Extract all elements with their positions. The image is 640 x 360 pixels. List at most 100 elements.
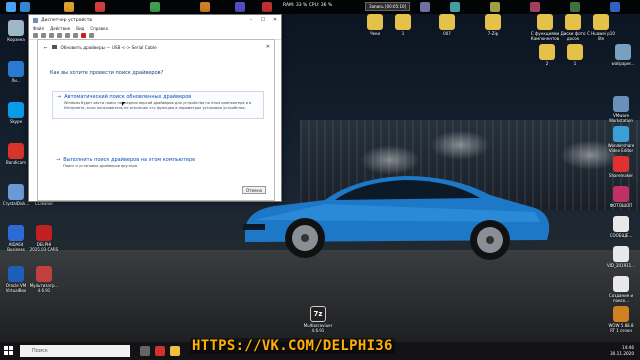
- app-icon[interactable]: [95, 2, 105, 12]
- aida64-icon: [8, 225, 24, 241]
- desktop-icon[interactable]: CrystalDisk...: [1, 184, 31, 206]
- desktop-icon-label: С Huawei p10 lite: [587, 31, 615, 41]
- back-arrow-icon[interactable]: ←: [44, 45, 48, 50]
- window-titlebar[interactable]: Диспетчер устройств – ☐ ✕: [29, 15, 281, 25]
- desktop-icon[interactable]: Корзина: [1, 20, 31, 42]
- update-driver-icon[interactable]: [73, 33, 78, 38]
- option-description: Windows будет вести поиск последних верс…: [64, 101, 252, 110]
- desktop-icon[interactable]: wallpaper...: [608, 44, 638, 66]
- option-title: Выполнить поиск драйверов на этом компью…: [63, 157, 196, 163]
- desktop-icon[interactable]: Sharemaker: [606, 156, 636, 178]
- app-icon[interactable]: [155, 346, 165, 356]
- desktop-icon[interactable]: AIDA64 Business: [1, 225, 31, 252]
- maximize-button[interactable]: ☐: [257, 17, 269, 23]
- desktop-icon-label: Multiarcaviuer 4.6.91: [303, 323, 333, 333]
- multiarc-desktop-icon[interactable]: 7z Multiarcaviuer 4.6.91: [303, 306, 333, 333]
- desktop-icon[interactable]: Диски фото досок: [558, 14, 588, 41]
- dialog-header: ← Обновить драйверы — USB <-> Serial Cab…: [38, 40, 274, 50]
- desktop-icon[interactable]: Wondershare Video Editor: [606, 126, 636, 153]
- app-icon[interactable]: [530, 2, 540, 12]
- desktop-icon-label: Sharemaker: [608, 173, 634, 178]
- app-icon: [8, 61, 24, 77]
- desktop-icon[interactable]: Ли...: [1, 61, 31, 83]
- app-icon[interactable]: [420, 2, 430, 12]
- app-icon[interactable]: [6, 2, 16, 12]
- desktop-icon[interactable]: С функциями Кампонентов: [530, 14, 560, 41]
- app-icon[interactable]: [610, 2, 620, 12]
- desktop-icon[interactable]: ФОТОШОП: [606, 186, 636, 208]
- desktop-icon-label: Мультизагр... 4.6.91: [29, 283, 59, 293]
- desktop-icon-label: AIDA64 Business: [7, 242, 25, 252]
- app-icon: [613, 96, 629, 112]
- menu-help[interactable]: Справка: [90, 26, 108, 31]
- desktop-icon-label: 1: [573, 61, 577, 66]
- desktop-icon[interactable]: DELPHI 2015.03 CARS: [29, 225, 59, 252]
- app-icon[interactable]: [200, 2, 210, 12]
- app-icon[interactable]: [490, 2, 500, 12]
- taskbar-search-input[interactable]: Поиск: [20, 345, 130, 357]
- desktop-icon-label: Bandicam: [6, 160, 26, 165]
- desktop-icon[interactable]: Мультизагр... 4.6.91: [29, 266, 59, 293]
- app-icon[interactable]: [262, 2, 272, 12]
- channel-watermark: HTTPS://VK.COM/DELPHI36: [190, 338, 395, 354]
- windows-logo-icon: [4, 346, 8, 350]
- close-button[interactable]: ✕: [269, 17, 281, 23]
- desktop-icon-label: 1: [401, 31, 405, 36]
- desktop-icon-label: С функциями Кампонентов: [530, 31, 560, 41]
- properties-icon[interactable]: [49, 33, 54, 38]
- app-icon[interactable]: [450, 2, 460, 12]
- desktop-icon[interactable]: Bandicam: [1, 143, 31, 165]
- app-icon: [613, 276, 629, 292]
- desktop-icon[interactable]: 007: [432, 14, 462, 36]
- system-tray-clock[interactable]: 14:46 30.11.2020: [610, 345, 634, 356]
- help-icon[interactable]: [57, 33, 62, 38]
- desktop-icon-label: Чеки: [369, 31, 381, 36]
- menu-action[interactable]: Действие: [50, 26, 70, 31]
- desktop-icon-label: VMware Workstation: [609, 113, 633, 123]
- folder-icon: [615, 44, 631, 60]
- desktop-icon[interactable]: Skype: [1, 102, 31, 124]
- desktop-icon[interactable]: Чеки: [360, 14, 390, 36]
- desktop-icon[interactable]: 1: [388, 14, 418, 36]
- scan-icon[interactable]: [65, 33, 70, 38]
- desktop-icon[interactable]: СООБЩЕ...: [606, 216, 636, 238]
- desktop-icon[interactable]: VID_201911...: [606, 246, 636, 268]
- menu-view[interactable]: Вид: [76, 26, 84, 31]
- app-icon[interactable]: [64, 2, 74, 12]
- cancel-button[interactable]: Отмена: [242, 186, 266, 194]
- desktop-icon[interactable]: Oracle VM VirtualBox: [1, 266, 31, 293]
- uninstall-icon[interactable]: [81, 33, 86, 38]
- start-button[interactable]: [4, 346, 14, 356]
- manual-search-option[interactable]: → Выполнить поиск драйверов на этом комп…: [52, 155, 264, 173]
- app-icon[interactable]: [20, 2, 30, 12]
- stadium-light: [430, 130, 490, 160]
- desktop-icon[interactable]: С Huawei p10 lite: [586, 14, 616, 41]
- dialog-close-button[interactable]: ✕: [266, 44, 270, 50]
- app-icon[interactable]: [570, 2, 580, 12]
- desktop-icon[interactable]: Создание и поиск...: [606, 276, 636, 303]
- minimize-button[interactable]: –: [245, 17, 257, 23]
- desktop-icon[interactable]: 2: [532, 44, 562, 66]
- download-icon[interactable]: [89, 33, 94, 38]
- desktop-icon[interactable]: 7-Zip: [478, 14, 508, 36]
- app-icon[interactable]: [235, 2, 245, 12]
- file-explorer-icon[interactable]: [170, 346, 180, 356]
- desktop-icon-label: DELPHI 2015.03 CARS: [29, 242, 59, 252]
- desktop-icon[interactable]: VMware Workstation: [606, 96, 636, 123]
- device-manager-window: Диспетчер устройств – ☐ ✕ Файл Действие …: [28, 14, 282, 202]
- desktop-icon[interactable]: WOW 5.88.8 RT 1 сезон: [606, 306, 636, 333]
- app-icon[interactable]: [150, 2, 160, 12]
- menu-file[interactable]: Файл: [33, 26, 44, 31]
- dialog-question: Как вы хотите провести поиск драйверов?: [50, 70, 164, 76]
- back-icon[interactable]: [33, 33, 38, 38]
- auto-search-option[interactable]: → Автоматический поиск обновленных драйв…: [52, 91, 264, 119]
- window-title: Диспетчер устройств: [41, 17, 93, 23]
- app-icon: [613, 306, 629, 322]
- desktop-icon-label: WOW 5.88.8 RT 1 сезон: [608, 323, 634, 333]
- desktop-icon[interactable]: 1: [560, 44, 590, 66]
- car-image: [243, 176, 550, 260]
- forward-icon[interactable]: [41, 33, 46, 38]
- task-view-icon[interactable]: [140, 346, 150, 356]
- app-icon: [613, 126, 629, 142]
- app-icon: [613, 216, 629, 232]
